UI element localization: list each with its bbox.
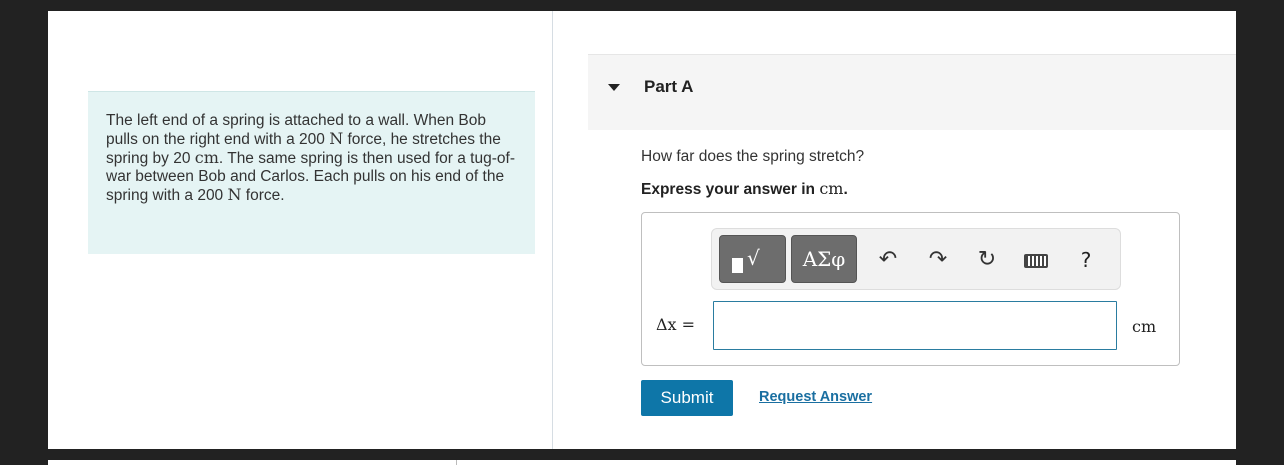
unit-newton: N xyxy=(329,129,344,148)
bottom-divider xyxy=(456,460,457,465)
part-a-header[interactable]: Part A xyxy=(588,54,1236,130)
variable-label: Δx = xyxy=(656,315,696,334)
unit-centimeter: cm xyxy=(194,148,219,167)
collapse-caret-icon[interactable] xyxy=(608,84,620,91)
answer-unit-label: cm xyxy=(1132,317,1157,336)
answer-instruction: Express your answer in cm. xyxy=(641,179,848,199)
request-answer-link[interactable]: Request Answer xyxy=(759,389,872,405)
answer-input[interactable] xyxy=(713,301,1117,350)
help-button[interactable]: ? xyxy=(1072,247,1100,273)
undo-icon[interactable]: ↶ xyxy=(874,247,902,273)
template-box-icon xyxy=(732,258,743,273)
math-toolbar: √ ΑΣφ ↶ ↷ ↻ ? xyxy=(711,228,1121,290)
instruction-text: Express your answer in xyxy=(641,181,820,198)
unit-newton: N xyxy=(227,185,242,204)
redo-icon[interactable]: ↷ xyxy=(924,247,952,273)
bottom-strip xyxy=(48,460,1236,465)
submit-button[interactable]: Submit xyxy=(641,380,733,416)
radical-template-icon: √ xyxy=(747,246,760,270)
problem-statement-box: The left end of a spring is attached to … xyxy=(88,91,535,254)
problem-text-part: force. xyxy=(241,187,285,204)
problem-text: The left end of a spring is attached to … xyxy=(106,112,517,205)
templates-button[interactable]: √ xyxy=(719,235,786,283)
instruction-period: . xyxy=(843,181,848,198)
panel-divider xyxy=(552,11,553,449)
part-title: Part A xyxy=(644,77,694,96)
keyboard-icon[interactable] xyxy=(1022,247,1050,273)
keyboard-glyph xyxy=(1024,254,1048,268)
question-prompt: How far does the spring stretch? xyxy=(641,148,865,165)
reset-icon[interactable]: ↻ xyxy=(973,247,1001,273)
greek-symbols-button[interactable]: ΑΣφ xyxy=(791,235,857,283)
instruction-unit: cm xyxy=(819,179,844,198)
